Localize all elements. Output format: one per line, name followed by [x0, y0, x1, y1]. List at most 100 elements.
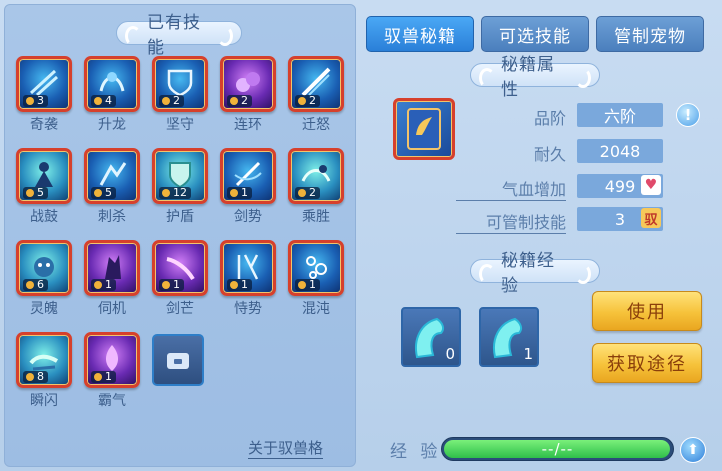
reliance-skill-icon: 1 [220, 240, 276, 296]
skill-slot[interactable]: 8 瞬闪 [16, 332, 72, 409]
combo-skill-icon: 2 [220, 56, 276, 112]
skill-name: 瞬闪 [30, 393, 58, 409]
skill-name: 迁怒 [302, 117, 330, 133]
skill-name: 剑芒 [166, 301, 194, 317]
skill-name: 乘胜 [302, 209, 330, 225]
manual-properties-title: 秘籍属性 [470, 55, 600, 100]
skill-name: 恃势 [234, 301, 262, 317]
owned-skills-title: 已有技能 [116, 13, 242, 58]
manual-book-icon[interactable] [393, 98, 455, 160]
skill-slot[interactable]: 2 迁怒 [288, 56, 344, 133]
control-badge-icon: 驭 [641, 208, 661, 228]
manual-exp-title-text: 秘籍经验 [501, 251, 555, 296]
tab-beast-manual[interactable]: 驭兽秘籍 [366, 16, 474, 52]
skill-slot[interactable]: 12 护盾 [152, 148, 208, 225]
manual-properties-title-text: 秘籍属性 [501, 55, 555, 100]
tab-label: 驭兽秘籍 [384, 26, 456, 47]
durability-value: 2048 [577, 139, 663, 163]
heart-icon: ♥ [641, 175, 661, 195]
skill-level: 1 [91, 371, 116, 383]
skill-slot[interactable]: 1 剑势 [220, 148, 276, 225]
exp-progress-bar: --/-- [441, 437, 674, 461]
exp-item-slot[interactable]: 1 [479, 307, 539, 367]
skill-name: 混沌 [302, 301, 330, 317]
guard-shield-skill-icon: 12 [152, 148, 208, 204]
dominance-skill-icon: 1 [84, 332, 140, 388]
victory-skill-icon: 2 [288, 148, 344, 204]
rank-value: 六阶 [577, 103, 663, 127]
skill-level: 6 [23, 279, 48, 291]
slash-skill-icon: 2 [288, 56, 344, 112]
skill-slot[interactable]: 5 战鼓 [16, 148, 72, 225]
skill-slot[interactable]: 1 剑芒 [152, 240, 208, 317]
skill-name: 刺杀 [98, 209, 126, 225]
rank-label: 品阶 [533, 109, 566, 128]
dragon-skill-icon: 4 [84, 56, 140, 112]
exp-item-count: 0 [445, 345, 455, 363]
skill-slot[interactable]: 1 混沌 [288, 240, 344, 317]
skill-name: 伺机 [98, 301, 126, 317]
skill-level: 4 [91, 95, 116, 107]
skill-level: 2 [295, 95, 320, 107]
skill-slot[interactable]: 2 连环 [220, 56, 276, 133]
skill-level: 8 [23, 371, 48, 383]
exp-label: 经 验 [390, 442, 442, 462]
skill-level: 3 [23, 95, 48, 107]
exp-item-count: 1 [523, 345, 533, 363]
skill-name: 霸气 [98, 393, 126, 409]
skill-name: 护盾 [166, 209, 194, 225]
tab-label: 可选技能 [499, 26, 571, 47]
skill-slot[interactable]: 2 乘胜 [288, 148, 344, 225]
skill-level: 2 [227, 95, 252, 107]
drum-skill-icon: 5 [16, 148, 72, 204]
controllable-skills-label[interactable]: 可管制技能 [456, 209, 566, 234]
about-slots-link[interactable]: 关于驭兽格 [248, 437, 324, 459]
exp-progress-text: --/-- [541, 440, 574, 458]
info-icon[interactable]: ! [676, 103, 700, 127]
skill-slot[interactable]: 6 灵魄 [16, 240, 72, 317]
tab-optional-skills[interactable]: 可选技能 [481, 16, 589, 52]
use-button[interactable]: 使用 [592, 291, 702, 331]
tab-controlled-pets[interactable]: 管制宠物 [596, 16, 704, 52]
skill-slot[interactable]: 4 升龙 [84, 56, 140, 133]
skill-name: 奇袭 [30, 117, 58, 133]
shield-skill-icon: 2 [152, 56, 208, 112]
skill-slot[interactable]: 3 奇袭 [16, 56, 72, 133]
skill-icon: 3 [16, 56, 72, 112]
skill-name: 升龙 [98, 117, 126, 133]
manual-exp-title: 秘籍经验 [470, 251, 600, 296]
skill-level: 1 [227, 279, 252, 291]
skill-level: 1 [159, 279, 184, 291]
skill-slot[interactable]: 1 霸气 [84, 332, 140, 409]
skill-level: 1 [227, 187, 252, 199]
skill-name: 战鼓 [30, 209, 58, 225]
skill-level: 12 [159, 187, 191, 199]
skill-level: 1 [295, 279, 320, 291]
spirit-skill-icon: 6 [16, 240, 72, 296]
durability-label: 耐久 [533, 145, 566, 164]
skill-slot[interactable]: 1 恃势 [220, 240, 276, 317]
skill-slot[interactable]: 1 伺机 [84, 240, 140, 317]
flash-skill-icon: 8 [16, 332, 72, 388]
owned-skills-title-text: 已有技能 [147, 13, 201, 58]
ambush-skill-icon: 1 [84, 240, 140, 296]
tab-label: 管制宠物 [614, 26, 686, 47]
assassin-skill-icon: 5 [84, 148, 140, 204]
skill-level: 2 [295, 187, 320, 199]
locked-skill-slot[interactable] [152, 334, 204, 386]
skill-name: 坚守 [166, 117, 194, 133]
upgrade-arrow-icon[interactable]: ⬆ [680, 437, 706, 463]
skill-slot[interactable]: 5 刺杀 [84, 148, 140, 225]
exp-item-slot[interactable]: 0 [401, 307, 461, 367]
skill-slot[interactable]: 2 坚守 [152, 56, 208, 133]
skill-name: 灵魄 [30, 301, 58, 317]
skill-level: 5 [91, 187, 116, 199]
sword-force-skill-icon: 1 [220, 148, 276, 204]
obtain-button[interactable]: 获取途径 [592, 343, 702, 383]
skill-name: 剑势 [234, 209, 262, 225]
sword-edge-skill-icon: 1 [152, 240, 208, 296]
book-glyph-icon [407, 108, 441, 150]
chaos-skill-icon: 1 [288, 240, 344, 296]
hp-increase-label[interactable]: 气血增加 [456, 176, 566, 201]
lock-icon [167, 353, 189, 369]
